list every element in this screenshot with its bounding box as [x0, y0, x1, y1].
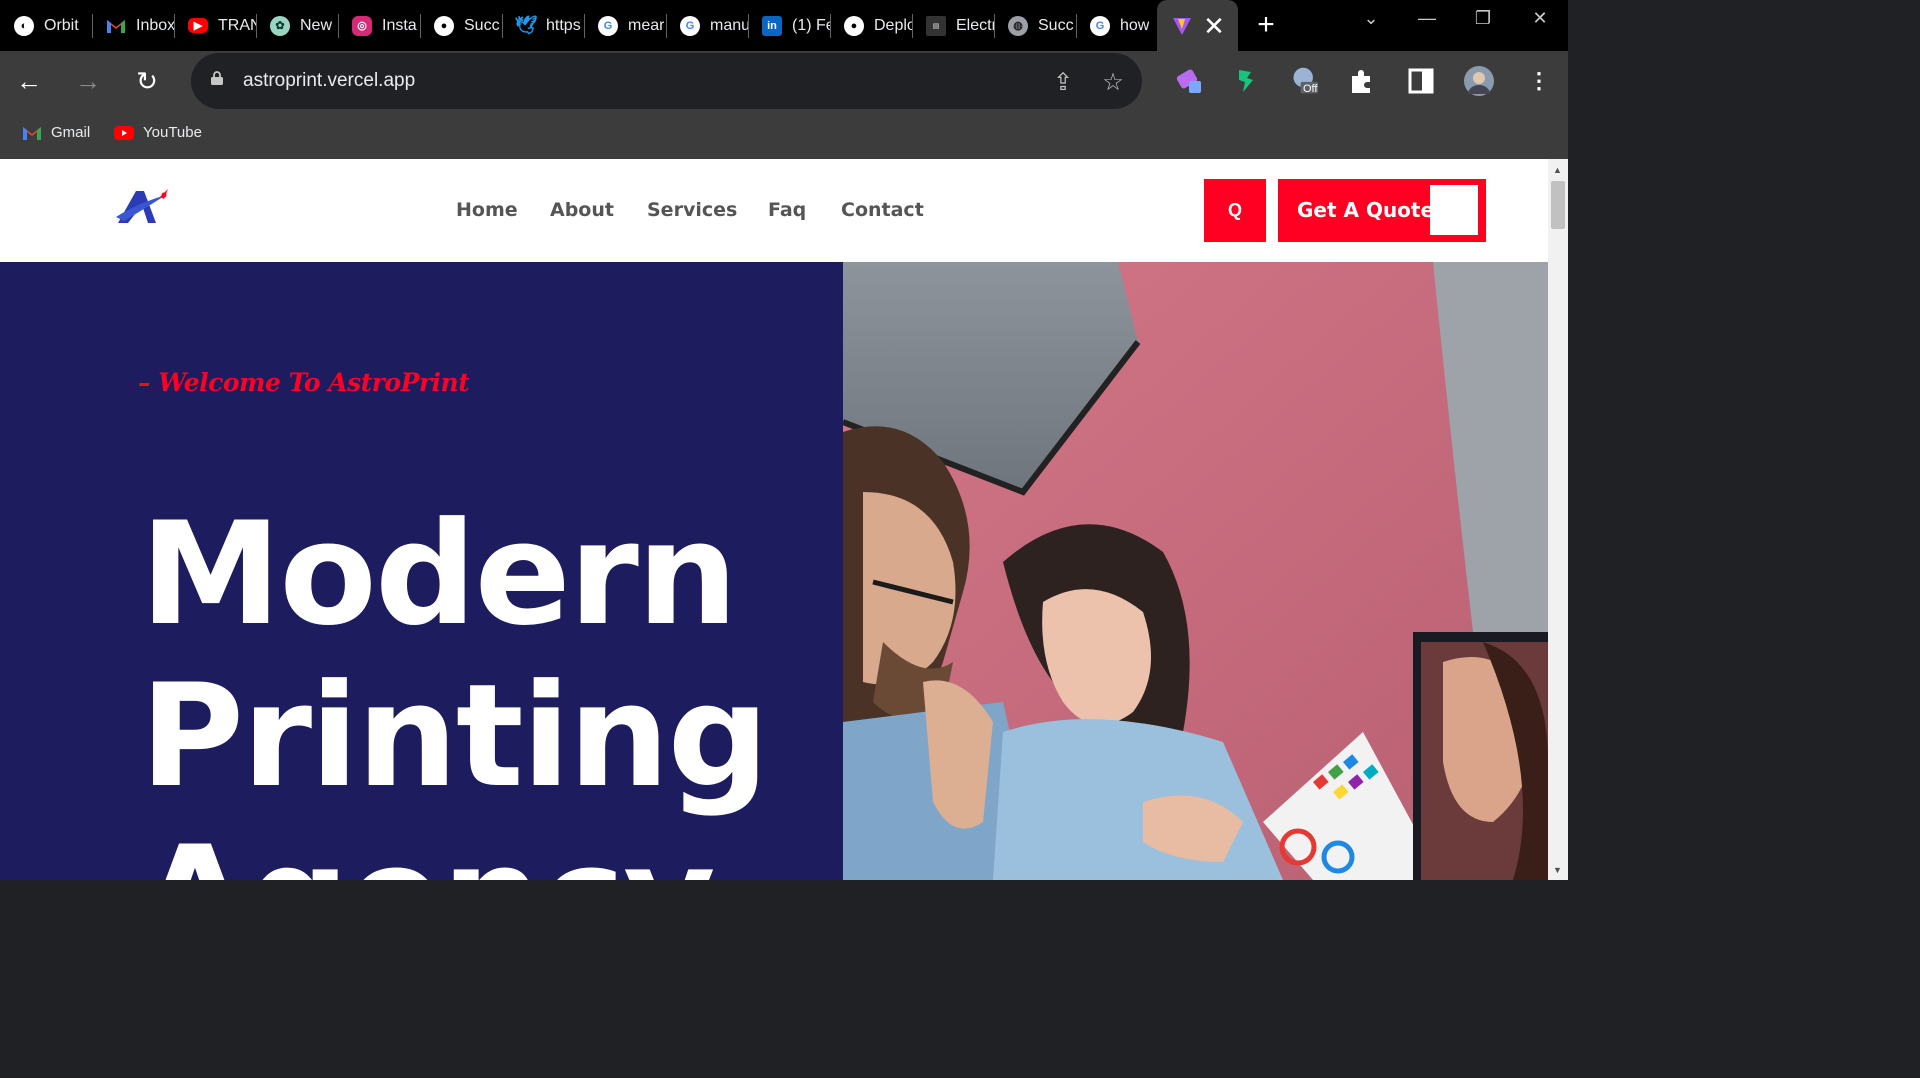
youtube-icon: ▶ [188, 18, 208, 33]
tab-title: Succ [464, 16, 500, 34]
back-icon[interactable]: ← [11, 63, 47, 99]
site-header: Home About Services Faq Contact Q Get A … [0, 159, 1548, 262]
tab-search-icon[interactable]: ⌄ [1356, 8, 1386, 29]
instagram-icon: ◎ [352, 15, 372, 36]
hero-section: – Welcome To AstroPrint Modern Printing … [0, 262, 843, 880]
get-quote-button[interactable]: Get A Quote [1278, 179, 1486, 242]
tab[interactable]: G mear [584, 0, 666, 51]
tab[interactable]: ● Succ [420, 0, 502, 51]
tab[interactable]: ● Deplo [830, 0, 912, 51]
bookmark-star-icon[interactable]: ☆ [1099, 68, 1127, 96]
tab[interactable]: ◐ Orbit [0, 0, 92, 51]
quote-button-box [1430, 185, 1478, 235]
share-icon[interactable]: ⇪ [1049, 68, 1077, 96]
window-close-icon[interactable]: ✕ [1525, 8, 1555, 29]
get-quote-label: Get A Quote [1297, 198, 1435, 222]
github-icon: ● [434, 15, 454, 36]
scrollbar-thumb[interactable] [1551, 181, 1565, 229]
twitter-icon: 🕊 [514, 15, 538, 35]
side-panel-icon[interactable] [1406, 66, 1436, 96]
gmail-icon [23, 126, 41, 140]
tab-title: (1) Fe [792, 16, 830, 34]
profile-avatar[interactable] [1464, 66, 1494, 96]
google-icon: G [680, 15, 700, 36]
tab[interactable]: G manu [666, 0, 748, 51]
tab[interactable]: 🕊 https [502, 0, 584, 51]
nav-about[interactable]: About [550, 199, 614, 221]
tab[interactable]: ◍ Succ [994, 0, 1076, 51]
tab-title: Inbox [136, 16, 174, 34]
tab[interactable]: G how [1076, 0, 1156, 51]
page-scrollbar[interactable]: ▲ ▼ [1548, 159, 1568, 880]
extension-badge: Off [1303, 83, 1318, 95]
gmail-icon [106, 16, 126, 36]
address-bar[interactable]: astroprint.vercel.app ⇪ ☆ [191, 53, 1142, 109]
close-tab-icon[interactable]: ✕ [1201, 11, 1227, 41]
tab-title: TRAN [218, 16, 256, 34]
nav-services[interactable]: Services [647, 199, 737, 221]
bookmark-label: Gmail [51, 124, 91, 141]
hero-welcome: – Welcome To AstroPrint [138, 368, 470, 397]
nav-faq[interactable]: Faq [768, 199, 806, 221]
bookmark-youtube[interactable]: YouTube [114, 124, 202, 141]
tab-title: Orbit [44, 16, 79, 34]
tab-title: Deplo [874, 16, 912, 34]
tab-strip: ◐ Orbit Inbox ▶ TRAN ✿ New ◎ Insta ● Suc… [0, 0, 1568, 51]
bookmark-label: YouTube [143, 124, 202, 141]
hero-image [843, 262, 1548, 880]
hero-title-line: Modern [140, 492, 738, 657]
google-icon: G [1090, 15, 1110, 36]
tab[interactable]: Inbox [92, 0, 174, 51]
url-text: astroprint.vercel.app [243, 70, 416, 91]
tab-title: Insta [382, 16, 417, 34]
lock-icon [211, 71, 223, 85]
tab-title: manu [710, 16, 748, 34]
extension-icon[interactable] [1230, 66, 1260, 96]
bookmarks-bar: Gmail YouTube [0, 111, 1568, 159]
youtube-icon [114, 125, 134, 140]
browser-toolbar: ← → ↻ astroprint.vercel.app ⇪ ☆ Off ⋮ [0, 51, 1568, 111]
menu-kebab-icon[interactable]: ⋮ [1524, 66, 1554, 96]
tab-title: Electr [956, 16, 994, 34]
search-button[interactable]: Q [1204, 179, 1266, 242]
scroll-up-icon[interactable]: ▲ [1553, 165, 1562, 175]
new-tab-icon[interactable]: + [1253, 8, 1279, 41]
globe-icon: ◍ [1008, 15, 1028, 36]
nav-contact[interactable]: Contact [841, 199, 924, 221]
restore-icon[interactable]: ❐ [1468, 8, 1498, 29]
tab-title: how [1120, 16, 1150, 34]
tab[interactable]: ◎ Insta [338, 0, 420, 51]
extensions-puzzle-icon[interactable] [1347, 66, 1377, 96]
tab[interactable]: ✿ New [256, 0, 338, 51]
webpage: Home About Services Faq Contact Q Get A … [0, 159, 1548, 880]
tab-title: Succ [1038, 16, 1074, 34]
orbit-icon: ◐ [14, 15, 34, 36]
extension-icon[interactable] [1174, 66, 1204, 96]
linkedin-icon: in [762, 15, 782, 36]
github-icon: ● [844, 15, 864, 36]
vite-icon [1171, 15, 1193, 37]
google-icon: G [598, 15, 618, 36]
scroll-down-icon[interactable]: ▼ [1553, 865, 1562, 875]
nav-home[interactable]: Home [456, 199, 518, 221]
extension-off-icon[interactable]: Off [1290, 66, 1320, 96]
tab[interactable]: in (1) Fe [748, 0, 830, 51]
reload-icon[interactable]: ↻ [129, 63, 165, 99]
minimize-icon[interactable]: — [1412, 8, 1442, 29]
chatgpt-icon: ✿ [270, 15, 290, 36]
astroprint-logo-icon[interactable] [114, 187, 170, 227]
tab-title: https [546, 16, 581, 34]
tab-title: mear [628, 16, 665, 34]
tab-title: New [300, 16, 333, 34]
bookmark-gmail[interactable]: Gmail [22, 124, 90, 141]
hero-title-line: Agency [140, 818, 716, 881]
forward-icon[interactable]: → [70, 63, 106, 99]
hero-title-line: Printing [140, 654, 769, 819]
tab[interactable]: ▤ Electr [912, 0, 994, 51]
logos-icon: ▤ [926, 15, 946, 36]
tab[interactable]: ▶ TRAN [174, 0, 256, 51]
